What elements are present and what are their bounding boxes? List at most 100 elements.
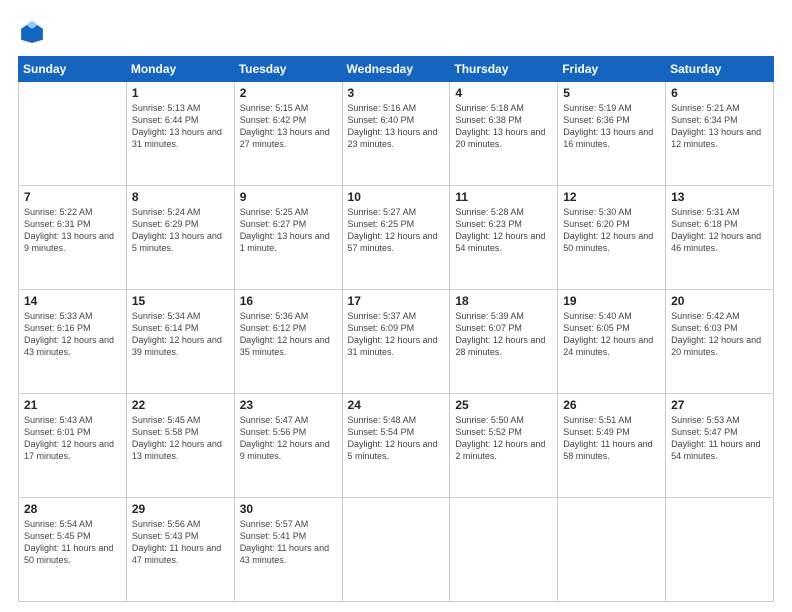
cell-info: Sunrise: 5:39 AMSunset: 6:07 PMDaylight:… [455, 310, 552, 359]
day-number: 26 [563, 398, 660, 412]
cell-info: Sunrise: 5:24 AMSunset: 6:29 PMDaylight:… [132, 206, 229, 255]
calendar-cell: 17 Sunrise: 5:37 AMSunset: 6:09 PMDaylig… [342, 290, 450, 394]
calendar-cell: 1 Sunrise: 5:13 AMSunset: 6:44 PMDayligh… [126, 82, 234, 186]
cell-info: Sunrise: 5:51 AMSunset: 5:49 PMDaylight:… [563, 414, 660, 463]
day-number: 29 [132, 502, 229, 516]
calendar-cell: 3 Sunrise: 5:16 AMSunset: 6:40 PMDayligh… [342, 82, 450, 186]
cell-info: Sunrise: 5:30 AMSunset: 6:20 PMDaylight:… [563, 206, 660, 255]
calendar-cell: 30 Sunrise: 5:57 AMSunset: 5:41 PMDaylig… [234, 498, 342, 602]
day-number: 21 [24, 398, 121, 412]
calendar-cell: 19 Sunrise: 5:40 AMSunset: 6:05 PMDaylig… [558, 290, 666, 394]
cell-info: Sunrise: 5:25 AMSunset: 6:27 PMDaylight:… [240, 206, 337, 255]
page: SundayMondayTuesdayWednesdayThursdayFrid… [0, 0, 792, 612]
cell-info: Sunrise: 5:15 AMSunset: 6:42 PMDaylight:… [240, 102, 337, 151]
cell-info: Sunrise: 5:53 AMSunset: 5:47 PMDaylight:… [671, 414, 768, 463]
day-number: 2 [240, 86, 337, 100]
weekday-header-sunday: Sunday [19, 57, 127, 82]
calendar-cell: 18 Sunrise: 5:39 AMSunset: 6:07 PMDaylig… [450, 290, 558, 394]
cell-info: Sunrise: 5:57 AMSunset: 5:41 PMDaylight:… [240, 518, 337, 567]
cell-info: Sunrise: 5:16 AMSunset: 6:40 PMDaylight:… [348, 102, 445, 151]
calendar-cell: 28 Sunrise: 5:54 AMSunset: 5:45 PMDaylig… [19, 498, 127, 602]
calendar-cell [19, 82, 127, 186]
calendar-cell: 23 Sunrise: 5:47 AMSunset: 5:56 PMDaylig… [234, 394, 342, 498]
calendar-cell: 9 Sunrise: 5:25 AMSunset: 6:27 PMDayligh… [234, 186, 342, 290]
day-number: 8 [132, 190, 229, 204]
calendar-cell: 29 Sunrise: 5:56 AMSunset: 5:43 PMDaylig… [126, 498, 234, 602]
calendar-cell [450, 498, 558, 602]
calendar-cell [666, 498, 774, 602]
calendar-cell: 7 Sunrise: 5:22 AMSunset: 6:31 PMDayligh… [19, 186, 127, 290]
day-number: 1 [132, 86, 229, 100]
weekday-header-monday: Monday [126, 57, 234, 82]
week-row-0: 1 Sunrise: 5:13 AMSunset: 6:44 PMDayligh… [19, 82, 774, 186]
cell-info: Sunrise: 5:33 AMSunset: 6:16 PMDaylight:… [24, 310, 121, 359]
day-number: 10 [348, 190, 445, 204]
weekday-header-tuesday: Tuesday [234, 57, 342, 82]
cell-info: Sunrise: 5:50 AMSunset: 5:52 PMDaylight:… [455, 414, 552, 463]
calendar-cell: 4 Sunrise: 5:18 AMSunset: 6:38 PMDayligh… [450, 82, 558, 186]
calendar-cell: 2 Sunrise: 5:15 AMSunset: 6:42 PMDayligh… [234, 82, 342, 186]
cell-info: Sunrise: 5:28 AMSunset: 6:23 PMDaylight:… [455, 206, 552, 255]
calendar-cell: 11 Sunrise: 5:28 AMSunset: 6:23 PMDaylig… [450, 186, 558, 290]
cell-info: Sunrise: 5:36 AMSunset: 6:12 PMDaylight:… [240, 310, 337, 359]
calendar-cell: 20 Sunrise: 5:42 AMSunset: 6:03 PMDaylig… [666, 290, 774, 394]
cell-info: Sunrise: 5:34 AMSunset: 6:14 PMDaylight:… [132, 310, 229, 359]
cell-info: Sunrise: 5:47 AMSunset: 5:56 PMDaylight:… [240, 414, 337, 463]
week-row-2: 14 Sunrise: 5:33 AMSunset: 6:16 PMDaylig… [19, 290, 774, 394]
day-number: 27 [671, 398, 768, 412]
weekday-header-thursday: Thursday [450, 57, 558, 82]
header [18, 18, 774, 46]
cell-info: Sunrise: 5:31 AMSunset: 6:18 PMDaylight:… [671, 206, 768, 255]
calendar-cell: 12 Sunrise: 5:30 AMSunset: 6:20 PMDaylig… [558, 186, 666, 290]
cell-info: Sunrise: 5:45 AMSunset: 5:58 PMDaylight:… [132, 414, 229, 463]
day-number: 25 [455, 398, 552, 412]
weekday-header-saturday: Saturday [666, 57, 774, 82]
calendar-cell: 24 Sunrise: 5:48 AMSunset: 5:54 PMDaylig… [342, 394, 450, 498]
logo-icon [18, 18, 46, 46]
day-number: 14 [24, 294, 121, 308]
day-number: 18 [455, 294, 552, 308]
day-number: 15 [132, 294, 229, 308]
calendar-cell: 22 Sunrise: 5:45 AMSunset: 5:58 PMDaylig… [126, 394, 234, 498]
cell-info: Sunrise: 5:21 AMSunset: 6:34 PMDaylight:… [671, 102, 768, 151]
calendar-table: SundayMondayTuesdayWednesdayThursdayFrid… [18, 56, 774, 602]
calendar-cell: 16 Sunrise: 5:36 AMSunset: 6:12 PMDaylig… [234, 290, 342, 394]
cell-info: Sunrise: 5:48 AMSunset: 5:54 PMDaylight:… [348, 414, 445, 463]
cell-info: Sunrise: 5:19 AMSunset: 6:36 PMDaylight:… [563, 102, 660, 151]
day-number: 24 [348, 398, 445, 412]
day-number: 12 [563, 190, 660, 204]
day-number: 7 [24, 190, 121, 204]
cell-info: Sunrise: 5:43 AMSunset: 6:01 PMDaylight:… [24, 414, 121, 463]
cell-info: Sunrise: 5:27 AMSunset: 6:25 PMDaylight:… [348, 206, 445, 255]
day-number: 3 [348, 86, 445, 100]
week-row-1: 7 Sunrise: 5:22 AMSunset: 6:31 PMDayligh… [19, 186, 774, 290]
calendar-cell: 21 Sunrise: 5:43 AMSunset: 6:01 PMDaylig… [19, 394, 127, 498]
calendar-cell: 10 Sunrise: 5:27 AMSunset: 6:25 PMDaylig… [342, 186, 450, 290]
weekday-header-friday: Friday [558, 57, 666, 82]
day-number: 17 [348, 294, 445, 308]
calendar-cell: 13 Sunrise: 5:31 AMSunset: 6:18 PMDaylig… [666, 186, 774, 290]
calendar-cell: 8 Sunrise: 5:24 AMSunset: 6:29 PMDayligh… [126, 186, 234, 290]
calendar-cell: 6 Sunrise: 5:21 AMSunset: 6:34 PMDayligh… [666, 82, 774, 186]
day-number: 20 [671, 294, 768, 308]
calendar-cell [342, 498, 450, 602]
day-number: 28 [24, 502, 121, 516]
weekday-header-row: SundayMondayTuesdayWednesdayThursdayFrid… [19, 57, 774, 82]
calendar-cell: 5 Sunrise: 5:19 AMSunset: 6:36 PMDayligh… [558, 82, 666, 186]
week-row-3: 21 Sunrise: 5:43 AMSunset: 6:01 PMDaylig… [19, 394, 774, 498]
calendar-cell: 15 Sunrise: 5:34 AMSunset: 6:14 PMDaylig… [126, 290, 234, 394]
day-number: 22 [132, 398, 229, 412]
logo [18, 18, 50, 46]
weekday-header-wednesday: Wednesday [342, 57, 450, 82]
cell-info: Sunrise: 5:22 AMSunset: 6:31 PMDaylight:… [24, 206, 121, 255]
cell-info: Sunrise: 5:54 AMSunset: 5:45 PMDaylight:… [24, 518, 121, 567]
day-number: 11 [455, 190, 552, 204]
cell-info: Sunrise: 5:56 AMSunset: 5:43 PMDaylight:… [132, 518, 229, 567]
day-number: 4 [455, 86, 552, 100]
calendar-cell: 27 Sunrise: 5:53 AMSunset: 5:47 PMDaylig… [666, 394, 774, 498]
calendar-cell [558, 498, 666, 602]
day-number: 23 [240, 398, 337, 412]
cell-info: Sunrise: 5:40 AMSunset: 6:05 PMDaylight:… [563, 310, 660, 359]
day-number: 9 [240, 190, 337, 204]
day-number: 6 [671, 86, 768, 100]
